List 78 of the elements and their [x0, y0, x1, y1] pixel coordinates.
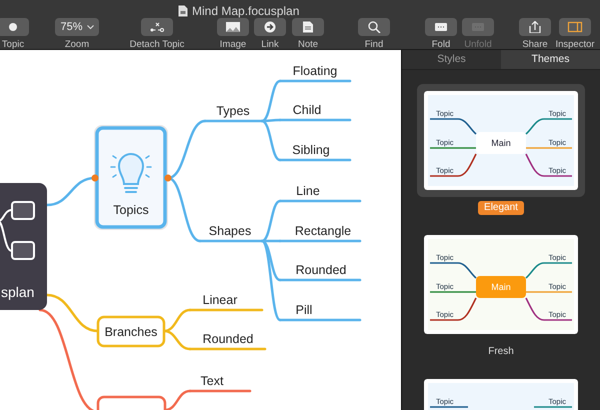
connection-handle[interactable] — [164, 174, 172, 182]
link-button[interactable] — [254, 18, 286, 36]
topic-label[interactable]: Types — [216, 104, 250, 118]
window-title: Mind Map.focusplan — [192, 2, 300, 20]
branch-line — [164, 390, 192, 410]
theme-branch-line — [430, 291, 476, 293]
share-icon — [527, 21, 543, 33]
topic-label[interactable]: Floating — [292, 64, 338, 78]
inspector-button[interactable] — [559, 18, 591, 36]
topic-label[interactable]: Text — [200, 374, 224, 388]
topic-node[interactable] — [96, 316, 166, 348]
theme-branch-line — [526, 147, 572, 149]
panel-tab[interactable]: Themes — [501, 50, 600, 70]
theme-name: Fresh — [487, 345, 515, 359]
detach-button[interactable] — [141, 18, 173, 36]
share-button[interactable] — [519, 18, 551, 36]
zoom-dropdown[interactable]: 75% — [55, 18, 99, 36]
search-icon — [366, 21, 382, 33]
document-icon — [178, 4, 188, 16]
panel-tab[interactable]: Styles — [402, 50, 501, 70]
detach-icon — [149, 21, 165, 33]
note-icon — [300, 21, 316, 33]
toolbar-label: Image — [220, 39, 246, 50]
theme-branch-line — [430, 406, 468, 408]
topic-label[interactable]: Child — [292, 103, 322, 117]
topic-label[interactable]: Linear — [202, 293, 238, 307]
topic-label[interactable]: Rounded — [296, 263, 346, 277]
theme-branch-line — [430, 118, 477, 135]
note-button[interactable] — [292, 18, 324, 36]
topic-label[interactable]: Pill — [296, 303, 312, 317]
topic-label[interactable]: Line — [296, 184, 320, 198]
root-label: splan — [1, 284, 34, 300]
theme-branch-line — [430, 262, 477, 279]
topic-label[interactable]: Shapes — [208, 224, 252, 238]
toolbar-label: Link — [261, 39, 279, 50]
topic-label: Branches — [104, 325, 158, 339]
theme-branch-line — [525, 118, 572, 135]
theme-main-node: Main — [476, 276, 526, 298]
image-icon — [225, 21, 241, 33]
toolbar-label: Zoom — [64, 39, 90, 50]
topic-underline — [204, 120, 264, 122]
mindmap-icon — [0, 201, 35, 260]
toolbar-label: Topic — [2, 39, 24, 50]
branch-line — [162, 330, 192, 350]
branch-line — [162, 308, 192, 332]
theme-branch-line — [525, 298, 572, 321]
theme-branch-line — [430, 154, 477, 177]
topic-label: Topics — [113, 203, 149, 217]
image-button[interactable] — [217, 18, 249, 36]
add-button[interactable] — [0, 18, 29, 36]
toolbar-label: Fold — [432, 39, 450, 50]
toolbar-label: Note — [298, 39, 318, 50]
theme-branch-line — [534, 406, 572, 408]
theme-branch-line — [430, 298, 477, 321]
topic-label[interactable]: Rectangle — [294, 224, 352, 238]
theme-branch-line — [525, 262, 572, 279]
toolbar-label: Find — [364, 39, 384, 50]
fold-button[interactable] — [425, 18, 457, 36]
topic-underline — [198, 240, 264, 242]
panel-icon — [567, 21, 583, 33]
theme-name: Elegant — [478, 201, 524, 215]
topic-node[interactable] — [96, 396, 166, 410]
toolbar-label: Unfold — [464, 39, 492, 50]
toolbar-label: Inspector — [555, 39, 595, 50]
fold-icon — [433, 21, 449, 33]
lightbulb-icon — [110, 153, 152, 193]
theme-branch-line — [525, 154, 572, 177]
topic-label[interactable]: Rounded — [202, 332, 254, 346]
connection-handle[interactable] — [92, 174, 98, 182]
toolbar-label: Detach Topic — [130, 39, 184, 50]
topic-underline — [188, 390, 252, 392]
caret-icon — [86, 24, 94, 30]
toolbar-label: Share — [522, 39, 548, 50]
theme-branch-line — [526, 291, 572, 293]
find-button[interactable] — [358, 18, 390, 36]
theme-main-node: Main — [476, 132, 526, 154]
theme-branch-line — [430, 147, 476, 149]
topic-label[interactable]: Sibling — [292, 143, 330, 157]
